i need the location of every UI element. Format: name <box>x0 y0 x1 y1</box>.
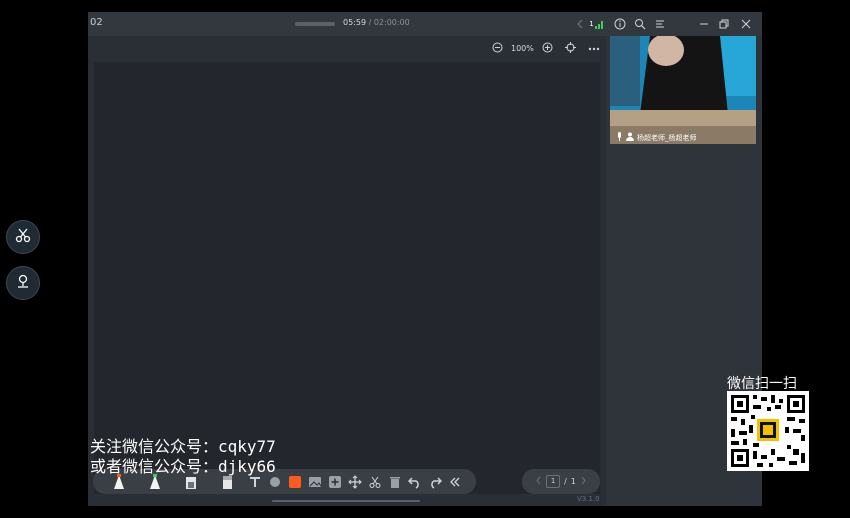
zoom-controls: 100% <box>492 40 600 56</box>
next-page-icon[interactable] <box>580 476 587 487</box>
close-icon[interactable] <box>738 16 754 32</box>
teacher-video[interactable]: 杨超老师_杨超老师 <box>610 36 756 144</box>
microphone-icon <box>616 132 623 143</box>
menu-icon[interactable] <box>652 16 668 32</box>
fit-screen-icon[interactable] <box>564 41 576 55</box>
playback-progress[interactable] <box>295 22 335 26</box>
qr-label: 微信扫一扫 <box>727 376 797 392</box>
time-separator: / <box>366 18 374 27</box>
delete-icon[interactable] <box>385 472 405 492</box>
zoom-out-icon[interactable] <box>492 42 503 55</box>
pin-tool-button[interactable] <box>6 266 40 300</box>
watermark-line-1: 关注微信公众号：cqky77 <box>90 437 276 456</box>
page-total: 1 <box>570 477 576 486</box>
scissors-tool-button[interactable] <box>6 220 40 254</box>
page-navigator: 1 / 1 <box>522 469 600 494</box>
whiteboard-panel: 100% <box>88 36 604 494</box>
signal-indicator: 1 <box>588 16 606 32</box>
window-title: 02 <box>90 17 103 28</box>
scissors-icon <box>14 226 32 248</box>
restore-icon[interactable] <box>716 16 732 32</box>
more-icon[interactable] <box>588 44 600 53</box>
version-label: V3.1.0 <box>577 495 600 503</box>
teacher-label: 杨超老师_杨超老师 <box>616 132 697 143</box>
qr-code <box>727 391 809 471</box>
add-icon[interactable] <box>325 472 345 492</box>
pin-icon <box>14 272 32 294</box>
move-icon[interactable] <box>345 472 365 492</box>
time-total: 02:00:00 <box>373 18 410 27</box>
signal-icon <box>594 21 603 29</box>
time-current: 05:59 <box>343 18 367 27</box>
video-frame <box>610 36 756 144</box>
tools-icon[interactable] <box>632 16 648 32</box>
classroom-window: 02 05:59 / 02:00:00 1 100% 1 / 1 V3.1.0 … <box>88 12 762 506</box>
page-separator: / <box>564 477 567 486</box>
redo-icon[interactable] <box>425 472 445 492</box>
whiteboard-canvas[interactable] <box>94 62 600 494</box>
watermark-line-2: 或者微信公众号：djky66 <box>90 457 276 476</box>
teacher-name: 杨超老师_杨超老师 <box>637 133 697 142</box>
minimize-icon[interactable] <box>696 16 712 32</box>
scissors-icon[interactable] <box>365 472 385 492</box>
watermark-text: 关注微信公众号：cqky77 或者微信公众号：djky66 <box>90 437 276 477</box>
user-icon <box>626 132 634 143</box>
chevron-left-icon[interactable] <box>572 16 588 32</box>
zoom-level: 100% <box>511 43 534 53</box>
info-icon[interactable] <box>612 16 628 32</box>
zoom-in-icon[interactable] <box>542 42 553 55</box>
prev-page-icon[interactable] <box>535 476 542 487</box>
horizontal-scrollbar[interactable] <box>272 500 420 502</box>
page-current-input[interactable]: 1 <box>546 475 561 488</box>
signal-label: 1 <box>589 20 594 28</box>
image-tool-icon[interactable] <box>305 472 325 492</box>
playback-time: 05:59 / 02:00:00 <box>343 18 410 27</box>
color-picker-icon[interactable] <box>285 472 305 492</box>
collapse-toolbar-icon[interactable] <box>445 472 465 492</box>
undo-icon[interactable] <box>405 472 425 492</box>
title-bar: 02 05:59 / 02:00:00 1 <box>88 12 762 36</box>
